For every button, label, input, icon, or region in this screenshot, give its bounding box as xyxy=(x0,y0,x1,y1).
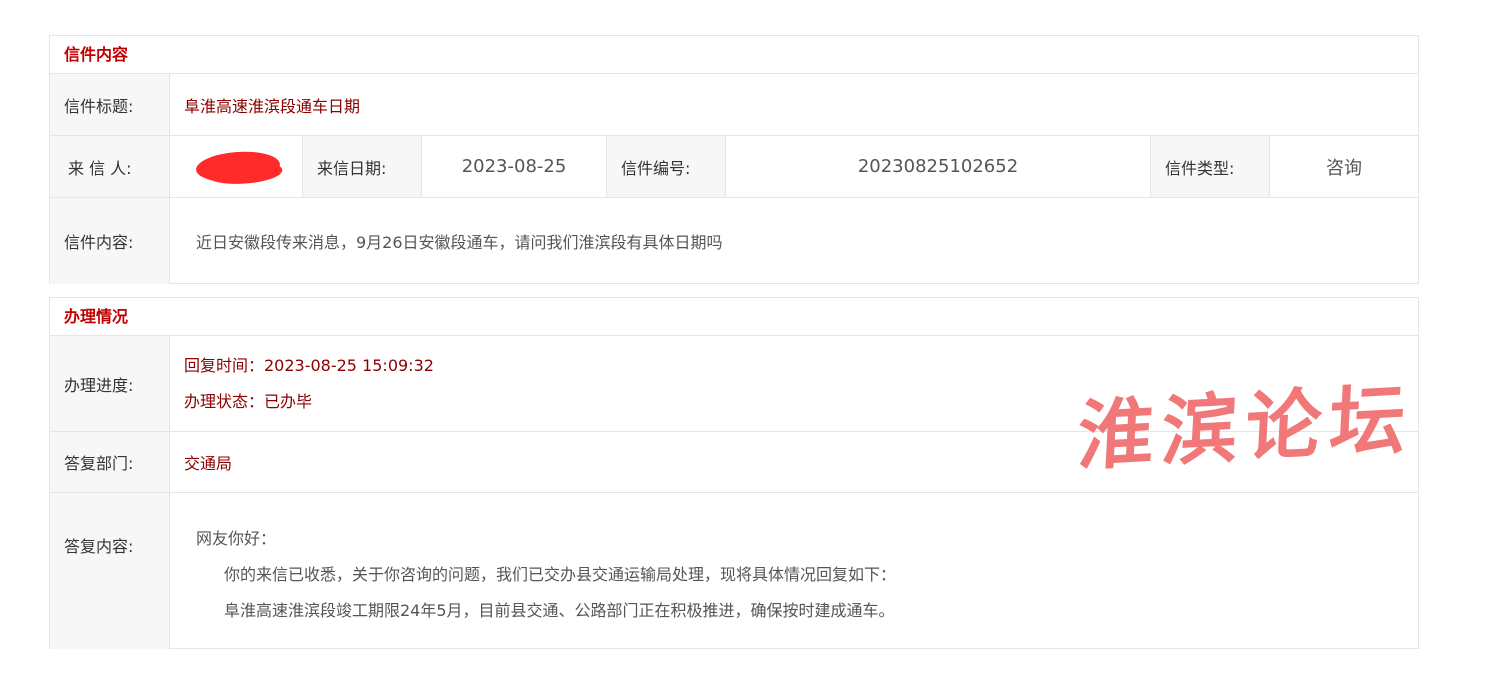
type-value: 咨询 xyxy=(1326,157,1362,179)
sender-value xyxy=(170,136,302,197)
dept-label: 答复部门: xyxy=(50,432,170,492)
letter-panel: 信件内容 信件标题: 阜淮高速淮滨段通车日期 来 信 人: 来信日期: 2023… xyxy=(49,35,1419,284)
type-label: 信件类型: xyxy=(1150,136,1270,197)
reply-line-2: 阜淮高速淮滨段竣工期限24年5月，目前县交通、公路部门正在积极推进，确保按时建成… xyxy=(224,601,895,620)
letter-panel-header: 信件内容 xyxy=(50,36,1418,74)
date-label: 来信日期: xyxy=(302,136,422,197)
content-value: 近日安徽段传来消息，9月26日安徽段通车，请问我们淮滨段有具体日期吗 xyxy=(196,233,723,252)
handling-status: 办理状态：已办毕 xyxy=(184,391,313,411)
title-label: 信件标题: xyxy=(50,74,170,135)
dept-value: 交通局 xyxy=(184,454,233,473)
forum-watermark: 淮滨论坛 xyxy=(1075,374,1416,482)
title-value: 阜淮高速淮滨段通车日期 xyxy=(184,96,361,116)
reply-time: 回复时间：2023-08-25 15:09:32 xyxy=(184,355,434,375)
title-row: 信件标题: 阜淮高速淮滨段通车日期 xyxy=(50,74,1418,136)
meta-row: 来 信 人: 来信日期: 2023-08-25 信件编号: 2023082510… xyxy=(50,136,1418,198)
reply-row: 答复内容: 网友你好： 你的来信已收悉，关于你咨询的问题，我们已交办县交通运输局… xyxy=(50,493,1418,649)
sender-label: 来 信 人: xyxy=(50,136,170,197)
reply-line-1: 你的来信已收悉，关于你咨询的问题，我们已交办县交通运输局处理，现将具体情况回复如… xyxy=(224,565,897,584)
reply-content: 网友你好： 你的来信已收悉，关于你咨询的问题，我们已交办县交通运输局处理，现将具… xyxy=(170,493,896,649)
progress-value: 回复时间：2023-08-25 15:09:32 办理状态：已办毕 xyxy=(170,336,434,431)
progress-label: 办理进度: xyxy=(50,336,170,431)
content-value-cell: 近日安徽段传来消息，9月26日安徽段通车，请问我们淮滨段有具体日期吗 xyxy=(170,198,723,284)
number-label: 信件编号: xyxy=(606,136,726,197)
content-row: 信件内容: 近日安徽段传来消息，9月26日安徽段通车，请问我们淮滨段有具体日期吗 xyxy=(50,198,1418,284)
content-label: 信件内容: xyxy=(50,198,170,284)
reply-greeting: 网友你好： xyxy=(196,529,277,548)
date-value: 2023-08-25 xyxy=(461,156,567,177)
reply-label: 答复内容: xyxy=(50,493,170,649)
handling-panel-header: 办理情况 xyxy=(50,298,1418,336)
number-value: 20230825102652 xyxy=(857,156,1019,177)
sender-redaction xyxy=(195,148,281,185)
